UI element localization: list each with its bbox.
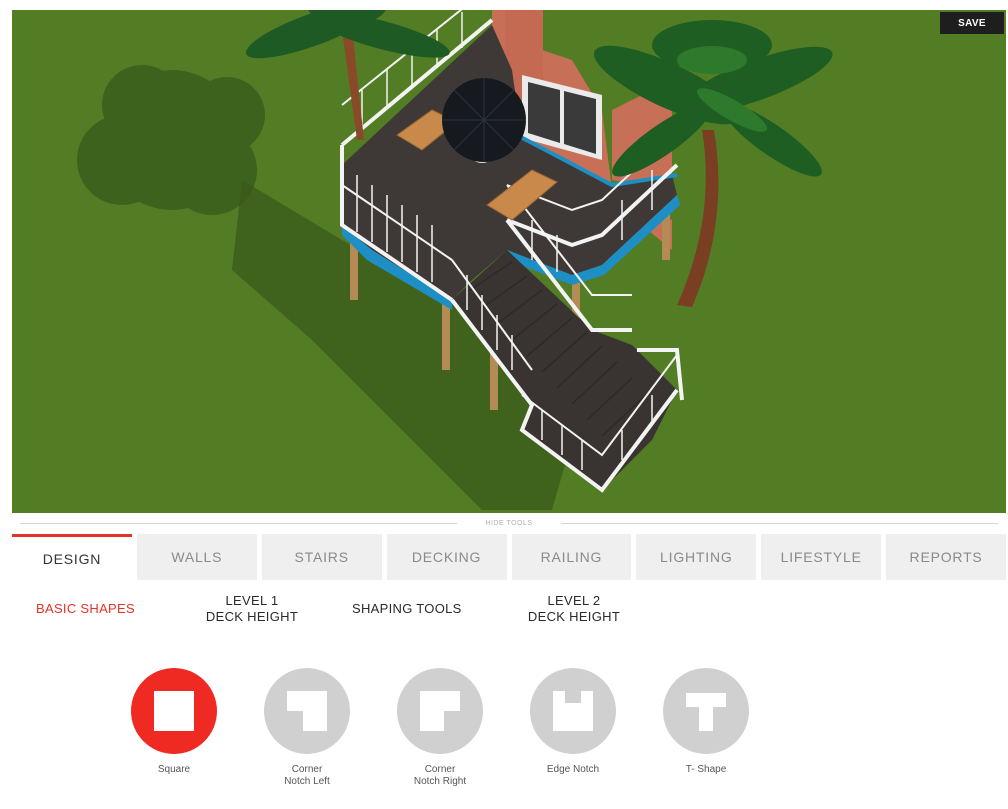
deck-3d-viewport[interactable]: SAVE xyxy=(12,10,1006,513)
shape-t-shape-line1: T- Shape xyxy=(685,764,727,775)
shape-corner-notch-right-label: Corner Notch Right xyxy=(390,764,490,788)
subtab-level1-line2: DECK HEIGHT xyxy=(205,609,299,624)
shape-corner-notch-left-button[interactable]: Corner Notch Left xyxy=(257,668,357,788)
shape-corner-notch-left-line1: Corner xyxy=(291,764,323,775)
shape-edge-notch-line1: Edge Notch xyxy=(546,764,600,775)
divider-left xyxy=(20,522,458,524)
tab-design[interactable]: DESIGN xyxy=(12,534,132,580)
subtab-level2-deck-height[interactable]: LEVEL 2 DECK HEIGHT xyxy=(514,593,634,625)
tab-railing[interactable]: RAILING xyxy=(511,534,632,580)
basic-shapes-panel: Square Corner Notch Left Corner Notch Ri… xyxy=(0,668,1008,798)
tab-reports[interactable]: REPORTS xyxy=(886,534,1006,580)
shape-corner-notch-right-line2: Notch Right xyxy=(413,776,467,787)
design-subtabs: BASIC SHAPES LEVEL 1 DECK HEIGHT SHAPING… xyxy=(12,588,1006,630)
tab-lifestyle[interactable]: LIFESTYLE xyxy=(761,534,882,580)
shape-square-label: Square xyxy=(124,764,224,776)
shape-corner-notch-left-label: Corner Notch Left xyxy=(257,764,357,788)
hide-tools-label[interactable]: HIDE TOOLS xyxy=(457,520,560,527)
deck-scene[interactable] xyxy=(12,10,1006,513)
tab-stairs[interactable]: STAIRS xyxy=(261,534,382,580)
shape-corner-notch-right-button[interactable]: Corner Notch Right xyxy=(390,668,490,788)
shape-t-shape-button[interactable]: T- Shape xyxy=(656,668,756,776)
subtab-level2-line1: LEVEL 2 xyxy=(547,593,601,608)
shape-corner-notch-left-line2: Notch Left xyxy=(284,776,330,787)
subtab-shaping-tools[interactable]: SHAPING TOOLS xyxy=(352,601,462,617)
subtab-level1-deck-height[interactable]: LEVEL 1 DECK HEIGHT xyxy=(192,593,312,625)
tab-decking[interactable]: DECKING xyxy=(386,534,507,580)
edge-notch-icon xyxy=(530,668,616,754)
main-tabs: DESIGN WALLS STAIRS DECKING RAILING LIGH… xyxy=(12,534,1006,580)
tab-lighting[interactable]: LIGHTING xyxy=(636,534,757,580)
hide-tools-toggle[interactable]: HIDE TOOLS xyxy=(12,516,1006,530)
divider-right xyxy=(560,522,998,524)
shape-edge-notch-button[interactable]: Edge Notch xyxy=(523,668,623,776)
shape-corner-notch-right-line1: Corner xyxy=(424,764,456,775)
t-shape-icon xyxy=(663,668,749,754)
square-shape-icon xyxy=(131,668,217,754)
subtab-level1-line1: LEVEL 1 xyxy=(225,593,279,608)
subtab-basic-shapes[interactable]: BASIC SHAPES xyxy=(36,601,135,617)
subtab-level2-line2: DECK HEIGHT xyxy=(527,609,621,624)
shape-square-button[interactable]: Square xyxy=(124,668,224,776)
shape-t-shape-label: T- Shape xyxy=(656,764,756,776)
shape-edge-notch-label: Edge Notch xyxy=(523,764,623,776)
shape-square-line1: Square xyxy=(157,764,191,775)
corner-notch-right-icon xyxy=(397,668,483,754)
save-button[interactable]: SAVE xyxy=(940,12,1004,34)
corner-notch-left-icon xyxy=(264,668,350,754)
tab-walls[interactable]: WALLS xyxy=(136,534,257,580)
